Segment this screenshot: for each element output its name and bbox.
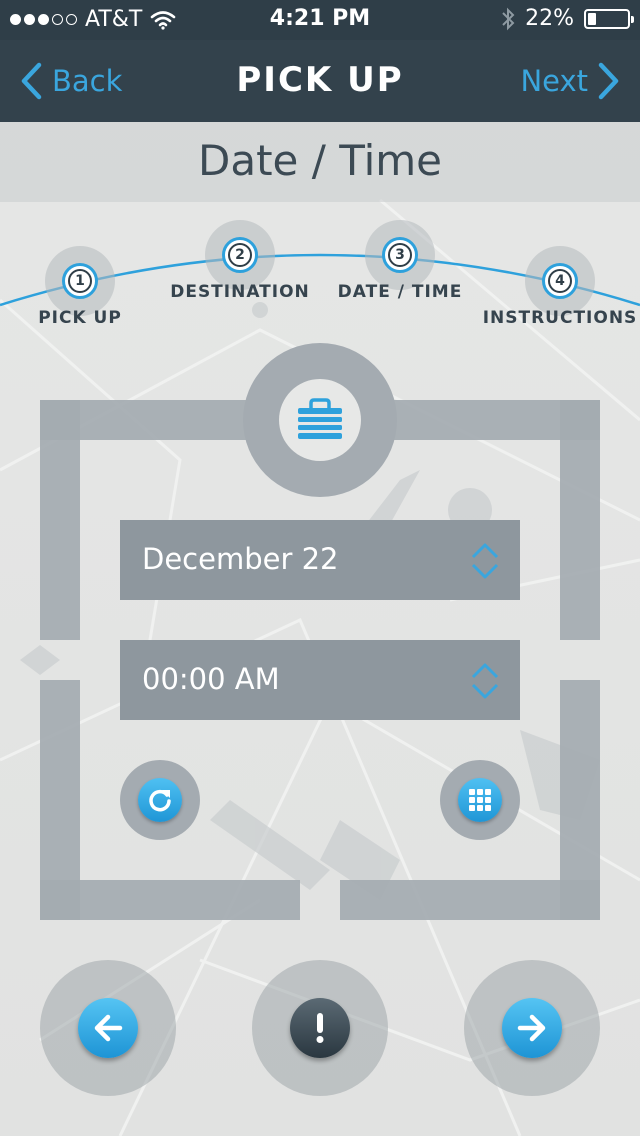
frame-left-upper	[40, 400, 80, 640]
center-icon-badge	[279, 379, 361, 461]
arrow-left-icon	[94, 1014, 123, 1042]
next-step-button[interactable]	[502, 998, 562, 1058]
calendar-button[interactable]	[458, 778, 502, 822]
step-label-instructions: INSTRUCTIONS	[482, 308, 638, 328]
previous-step-button[interactable]	[78, 998, 138, 1058]
time-picker[interactable]: 00:00 AM	[120, 640, 520, 720]
info-button-halo	[252, 960, 388, 1096]
step-number: 3	[388, 243, 412, 267]
date-value: December 22	[142, 542, 339, 576]
step-marker: 4	[542, 263, 578, 299]
status-right: 22%	[501, 6, 634, 31]
arrow-right-icon	[517, 1014, 546, 1042]
battery-fill	[588, 12, 596, 25]
up-down-chevron-icon	[471, 543, 499, 579]
briefcase-icon	[298, 398, 342, 439]
step-label-date-time: DATE / TIME	[337, 282, 463, 302]
next-label: Next	[520, 64, 588, 98]
page-title: Date / Time	[197, 136, 443, 185]
time-value: 00:00 AM	[142, 662, 280, 696]
step-marker: 3	[382, 237, 418, 273]
battery-percent: 22%	[525, 6, 574, 31]
up-down-chevron-icon	[471, 663, 499, 699]
bluetooth-icon	[502, 7, 515, 30]
refresh-icon	[149, 789, 171, 812]
prev-button-halo	[40, 960, 176, 1096]
step-label-destination: DESTINATION	[170, 282, 310, 302]
step-marker: 2	[222, 237, 258, 273]
calendar-button-halo	[440, 760, 520, 840]
step-number: 1	[68, 269, 92, 293]
frame-right-upper	[560, 400, 600, 640]
chevron-right-icon	[598, 62, 619, 100]
battery-icon	[584, 8, 634, 29]
info-button[interactable]	[290, 998, 350, 1058]
navigation-bar: Back PICK UP Next	[0, 40, 640, 122]
calendar-grid-icon	[469, 789, 491, 811]
next-button[interactable]: Next	[520, 62, 620, 100]
step-marker: 1	[62, 263, 98, 299]
frame-bottom-right	[340, 880, 600, 920]
step-number: 4	[548, 269, 572, 293]
frame-bottom-left	[40, 880, 300, 920]
next-button-halo	[464, 960, 600, 1096]
refresh-button[interactable]	[138, 778, 182, 822]
header-band: Date / Time	[0, 122, 640, 202]
refresh-button-halo	[120, 760, 200, 840]
step-label-pick-up: PICK UP	[38, 308, 122, 328]
status-bar: AT&T 4:21 PM 22%	[0, 0, 640, 40]
exclamation-icon	[316, 1013, 324, 1043]
date-picker[interactable]: December 22	[120, 520, 520, 600]
step-number: 2	[228, 243, 252, 267]
